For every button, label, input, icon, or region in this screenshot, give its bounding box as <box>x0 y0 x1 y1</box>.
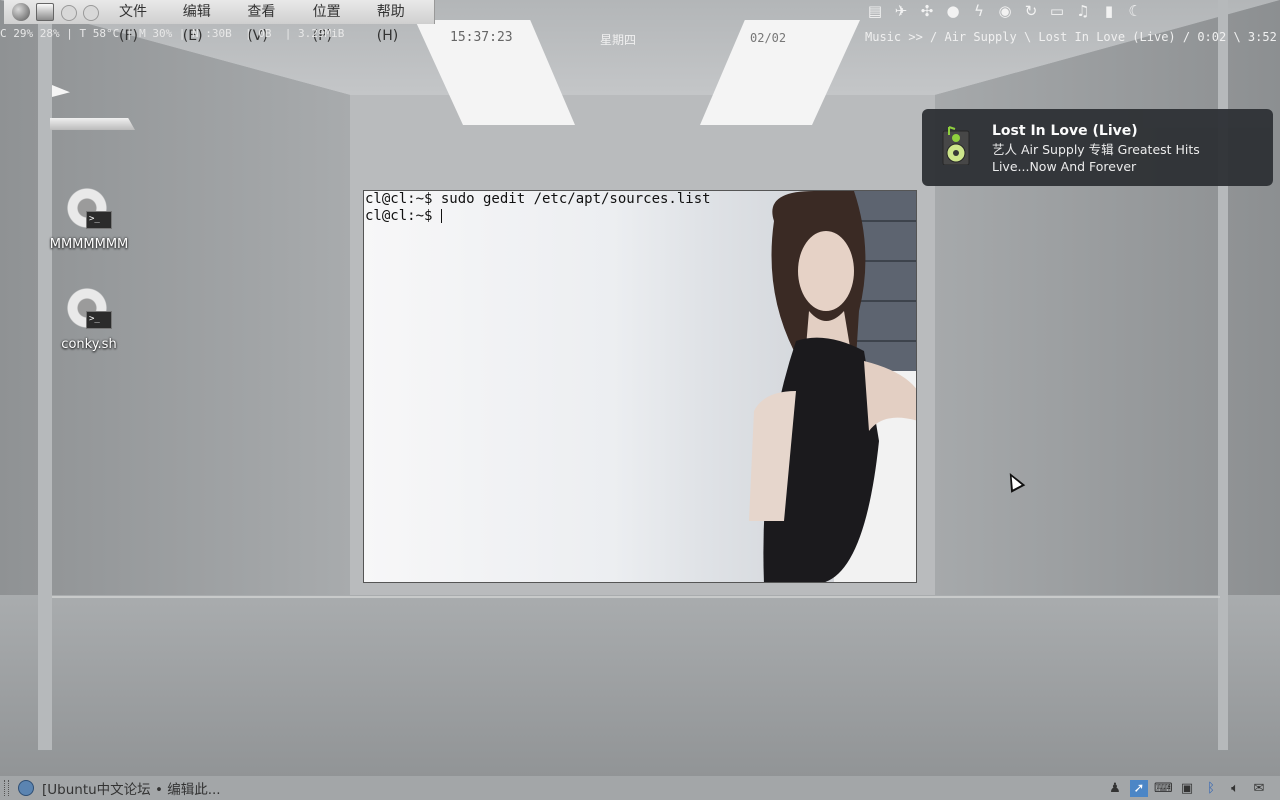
script-gear-icon: >_ <box>66 287 112 333</box>
ubuntu-logo-icon[interactable] <box>12 3 30 21</box>
menu-help[interactable]: 帮助(H) <box>368 0 434 44</box>
conky-now-playing: Music >> / Air Supply \ Lost In Love (Li… <box>865 30 1280 44</box>
fan-icon[interactable]: ✣ <box>918 2 936 20</box>
script-gear-icon: >_ <box>66 187 112 233</box>
terminal-background-photo <box>749 191 916 582</box>
taskbar-item-label: [Ubuntu中文论坛 • 编辑此... <box>42 782 221 798</box>
refresh-icon[interactable]: ↻ <box>1022 2 1040 20</box>
image-icon[interactable]: ▤ <box>866 2 884 20</box>
desktop-icon-label: conky.sh <box>61 337 117 352</box>
desktop-icon-conky-sh[interactable]: >_ conky.sh <box>44 287 134 352</box>
airplane-icon[interactable]: ✈ <box>892 2 910 20</box>
bottom-panel: [Ubuntu中文论坛 • 编辑此... ♟ ➚ ⌨ ▣ ᛒ 🔈︎ ✉ <box>0 776 1280 800</box>
chat-icon[interactable]: ● <box>944 2 962 20</box>
menu-items: 文件(F) 编辑(E) 查看(V) 位置(P) 帮助(H) <box>110 0 434 44</box>
terminal-window[interactable]: cl@cl:~$ sudo gedit /etc/apt/sources.lis… <box>363 190 917 583</box>
app-window-icon[interactable] <box>36 3 54 21</box>
window-maximize-icon[interactable] <box>83 5 99 21</box>
conky-weekday: 星期四 <box>600 33 637 47</box>
notification-body-line: 艺人 Air Supply 专辑 Greatest Hits <box>992 142 1200 157</box>
panel-grip-handle[interactable] <box>4 780 9 796</box>
menu-location[interactable]: 位置(P) <box>304 0 368 44</box>
terminal-prompt: cl@cl:~$ <box>365 208 441 224</box>
notification-body: 艺人 Air Supply 专辑 Greatest Hits Live...No… <box>992 141 1262 175</box>
wallpaper-floorline <box>52 596 1220 598</box>
taskbar-item-browser[interactable]: [Ubuntu中文论坛 • 编辑此... <box>18 779 221 798</box>
window-minimize-icon[interactable] <box>61 5 77 21</box>
menu-file[interactable]: 文件(F) <box>110 0 174 44</box>
mail-icon[interactable]: ✉ <box>1250 780 1268 797</box>
menu-view[interactable]: 查看(V) <box>238 0 303 44</box>
conky-date: 02/02 <box>750 31 787 45</box>
film-icon[interactable]: ▭ <box>1048 2 1066 20</box>
wallpaper-ledge <box>50 118 135 130</box>
terminal-line: cl@cl:~$ sudo gedit /etc/apt/sources.lis… <box>365 191 711 207</box>
keyboard-icon[interactable]: ⌨ <box>1154 780 1173 797</box>
conky-system-stats: C 29% 28% | T 58°C | M 30% | N :30B | 0B… <box>0 27 345 40</box>
system-tray: ♟ ➚ ⌨ ▣ ᛒ 🔈︎ ✉ <box>1106 779 1268 797</box>
desktop-icon-label: MMMMMMM <box>49 237 129 252</box>
wallpaper-floor <box>0 595 1280 800</box>
firefox-icon[interactable]: ◉ <box>996 2 1014 20</box>
wallpaper-edge-left <box>38 0 52 750</box>
music-notification: Lost In Love (Live) 艺人 Air Supply 专辑 Gre… <box>922 109 1273 186</box>
speaker-music-icon <box>942 126 970 165</box>
music-note-icon[interactable]: ♫ <box>1074 2 1092 20</box>
notification-body-line: Live...Now And Forever <box>992 159 1137 174</box>
notification-title: Lost In Love (Live) <box>992 123 1138 139</box>
pointer-app-icon[interactable]: ➚ <box>1130 779 1148 797</box>
network-icon[interactable]: ▣ <box>1178 780 1196 797</box>
text-cursor <box>440 209 442 223</box>
conky-clock: 15:37:23 <box>450 30 513 45</box>
cup-icon[interactable]: ▮ <box>1100 2 1118 20</box>
launcher-icons: ▤ ✈ ✣ ● ϟ ◉ ↻ ▭ ♫ ▮ ☾ <box>866 2 1144 22</box>
qq-penguin-icon[interactable]: ♟ <box>1106 780 1124 797</box>
menu-edit[interactable]: 编辑(E) <box>174 0 239 44</box>
desktop-icon-mmmmmmm[interactable]: >_ MMMMMMM <box>44 187 134 252</box>
top-panel: 文件(F) 编辑(E) 查看(V) 位置(P) 帮助(H) ▤ ✈ ✣ ● ϟ … <box>0 0 1280 44</box>
browser-icon <box>18 780 34 796</box>
bluetooth-icon[interactable]: ᛒ <box>1202 780 1220 797</box>
volume-icon[interactable]: 🔈︎ <box>1226 780 1244 797</box>
lightning-icon[interactable]: ϟ <box>970 2 988 20</box>
moon-icon[interactable]: ☾ <box>1126 2 1144 20</box>
global-menu-bar: 文件(F) 编辑(E) 查看(V) 位置(P) 帮助(H) <box>4 0 435 44</box>
terminal-prompt-line[interactable]: cl@cl:~$ <box>364 208 916 225</box>
